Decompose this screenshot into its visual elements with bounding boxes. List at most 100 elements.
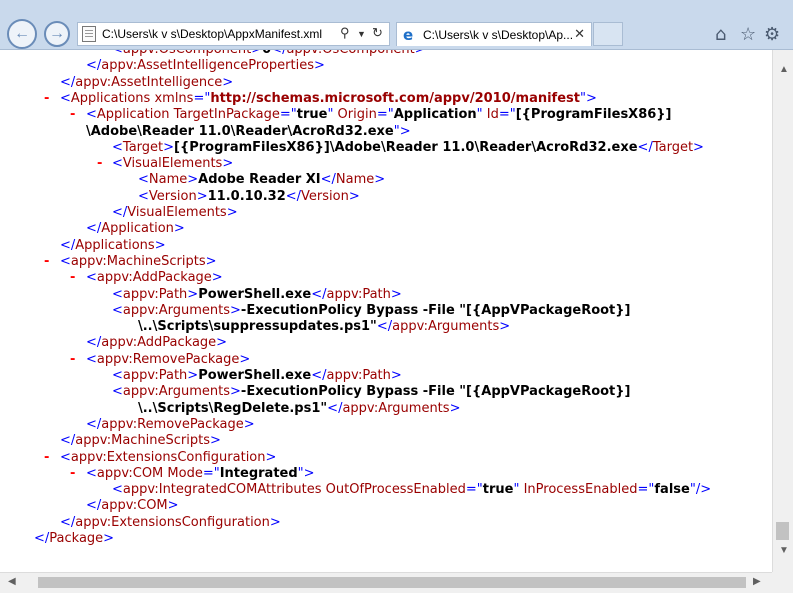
address-bar[interactable]: C:\Users\k v s\Desktop\AppxManifest.xml … — [77, 22, 390, 46]
xml-bracket: > — [269, 514, 281, 530]
xml-bracket: < — [112, 139, 123, 155]
xml-bracket: "> — [579, 90, 597, 106]
xml-bracket: < — [86, 107, 97, 123]
address-url[interactable]: C:\Users\k v s\Desktop\AppxManifest.xml — [102, 27, 322, 41]
dropdown-icon[interactable]: ▼ — [357, 29, 366, 39]
xml-bracket: </ — [86, 498, 102, 514]
xml-tag-name: appv:COM — [101, 498, 168, 514]
xml-bracket: < — [112, 368, 123, 383]
back-icon[interactable]: ← — [7, 19, 37, 49]
xml-tag-name: appv:Arguments — [122, 302, 231, 318]
collapse-toggle[interactable]: - — [70, 352, 75, 368]
xml-line: <appv:IntegratedCOMAttributes OutOfProce… — [112, 482, 711, 498]
xml-tag-name: Target — [652, 139, 694, 155]
scroll-left-icon[interactable]: ◀ — [8, 576, 16, 587]
xml-bracket: =" — [498, 107, 516, 123]
page-icon — [82, 26, 96, 42]
scrollbar-corner — [772, 572, 793, 593]
xml-bracket: > — [211, 270, 223, 286]
refresh-icon[interactable]: ↻ — [372, 25, 383, 41]
xml-bracket: < — [112, 482, 123, 498]
xml-tag-name: appv:AssetIntelligence — [75, 74, 223, 90]
xml-tag-name: appv:ExtensionsConfiguration — [75, 514, 270, 530]
xml-bracket: =" — [376, 107, 394, 123]
xml-tag-name: appv:ExtensionsConfiguration — [70, 449, 266, 465]
xml-line: <appv:MachineScripts> — [60, 254, 217, 270]
xml-bracket: </ — [34, 531, 50, 546]
xml-tag-name: Version — [148, 188, 197, 204]
favorites-icon[interactable]: ☆ — [740, 24, 756, 45]
xml-bracket: </ — [271, 50, 286, 57]
xml-bracket: > — [449, 400, 461, 416]
xml-line: <Application TargetInPackage="true" Orig… — [86, 107, 672, 123]
vertical-scrollbar[interactable]: ▲ ▼ — [772, 50, 793, 572]
xml-bracket: > — [187, 368, 199, 383]
xml-line: <appv:AddPackage> — [86, 270, 223, 286]
collapse-toggle[interactable]: - — [97, 156, 102, 172]
xml-bracket: < — [138, 172, 149, 188]
xml-value: \..\Scripts\suppressupdates.ps1" — [138, 319, 377, 335]
horizontal-scrollbar[interactable]: ◀ ▶ — [0, 572, 772, 593]
xml-tag-name: appv:AddPackage — [101, 335, 217, 351]
xml-bracket: </ — [311, 286, 327, 302]
xml-value: [{ProgramFilesX86}]\Adobe\Reader 11.0\Re… — [174, 139, 638, 155]
xml-value: http://schemas.microsoft.com/appv/2010/m… — [210, 90, 580, 106]
xml-line: </appv:RemovePackage> — [86, 417, 255, 433]
xml-line: <appv:RemovePackage> — [86, 352, 250, 368]
settings-icon[interactable]: ⚙ — [764, 24, 780, 45]
xml-value: false — [654, 482, 690, 498]
xml-value: Application — [393, 107, 477, 123]
browser-toolbar: ← → C:\Users\k v s\Desktop\AppxManifest.… — [0, 0, 793, 50]
xml-bracket: > — [314, 58, 325, 74]
xml-tag-name: appv:Path — [326, 368, 391, 383]
xml-bracket: =" — [637, 482, 655, 498]
xml-bracket: > — [222, 74, 234, 90]
xml-bracket: < — [138, 188, 149, 204]
xml-line: </appv:AddPackage> — [86, 335, 227, 351]
xml-bracket: > — [265, 449, 277, 465]
collapse-toggle[interactable]: - — [44, 91, 49, 107]
vertical-scroll-thumb[interactable] — [776, 522, 789, 540]
collapse-toggle[interactable]: - — [70, 107, 75, 123]
search-icon[interactable]: ⚲ — [340, 25, 350, 41]
collapse-toggle[interactable]: - — [44, 254, 49, 270]
close-icon[interactable]: ✕ — [574, 26, 585, 42]
xml-line: \..\Scripts\RegDelete.ps1"</appv:Argumen… — [138, 401, 460, 417]
xml-bracket: > — [187, 172, 199, 188]
xml-line: \..\Scripts\suppressupdates.ps1"</appv:A… — [138, 319, 510, 335]
scroll-down-icon[interactable]: ▼ — [779, 545, 789, 556]
home-icon[interactable]: ⌂ — [715, 24, 726, 45]
scroll-up-icon[interactable]: ▲ — [779, 64, 789, 75]
collapse-toggle[interactable]: - — [70, 270, 75, 286]
xml-value: \Adobe\Reader 11.0\Reader\AcroRd32.exe — [86, 123, 394, 139]
xml-tag-name: InProcessEnabled — [519, 482, 638, 498]
xml-tag-name: appv:Arguments — [122, 384, 231, 400]
xml-tag-name: appv:COM — [96, 465, 164, 481]
xml-tag-name: Package — [49, 531, 104, 546]
horizontal-scroll-thumb[interactable] — [38, 577, 746, 588]
xml-bracket: > — [693, 139, 704, 155]
xml-value: Adobe Reader XI — [198, 172, 321, 188]
xml-bracket: > — [230, 384, 241, 400]
xml-tag-name: Application — [101, 221, 174, 237]
xml-bracket: > — [187, 286, 199, 302]
xml-bracket: > — [390, 286, 402, 302]
new-tab-button[interactable] — [593, 22, 623, 46]
xml-line: <appv:OsComponent>0</appv:OsComponent> — [112, 50, 426, 58]
scroll-right-icon[interactable]: ▶ — [753, 576, 761, 587]
xml-line: <appv:ExtensionsConfiguration> — [60, 450, 276, 466]
collapse-toggle[interactable]: - — [70, 466, 75, 482]
tab-active[interactable]: e C:\Users\k v s\Desktop\Ap... ✕ — [396, 22, 592, 46]
xml-bracket: < — [60, 253, 71, 269]
xml-line: <VisualElements> — [112, 156, 233, 172]
xml-bracket: < — [60, 449, 71, 465]
forward-icon[interactable]: → — [44, 21, 70, 47]
xml-bracket: </ — [320, 172, 336, 188]
xml-bracket: </ — [86, 58, 102, 74]
xml-tag-name: Origin — [333, 107, 377, 123]
xml-bracket: =" — [279, 107, 297, 123]
collapse-toggle[interactable]: - — [44, 450, 49, 466]
xml-bracket: </ — [285, 188, 302, 204]
xml-tag-name: Applications — [75, 237, 155, 253]
xml-bracket: "/> — [689, 482, 712, 498]
